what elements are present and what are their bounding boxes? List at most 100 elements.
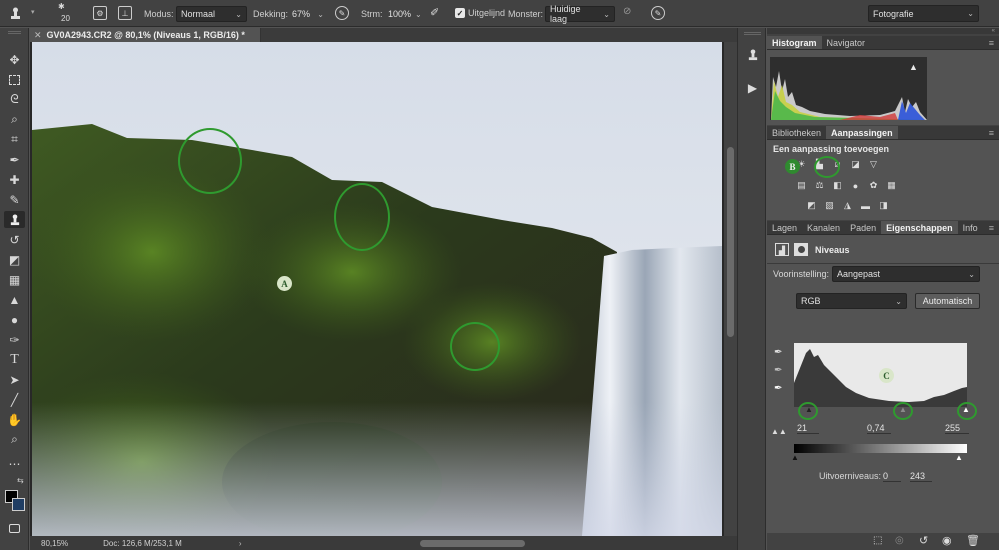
channel-value: RGB (801, 296, 821, 306)
pressure-size-icon[interactable]: ✎ (651, 6, 665, 20)
canvas-area[interactable]: A (30, 42, 737, 536)
ignore-adjustment-layers-icon[interactable]: ⊘ (623, 6, 631, 17)
color-lookup-icon[interactable]: ▦ (885, 180, 898, 191)
photo-filter-icon[interactable]: ● (849, 180, 862, 191)
zoom-tool-icon[interactable]: ⌕ (4, 431, 25, 448)
tab-layers[interactable]: Lagen (767, 221, 802, 234)
reset-icon[interactable]: ↺ (919, 534, 928, 547)
gray-point-eyedropper-icon[interactable]: ✒ (774, 365, 782, 376)
panels-collapse-arrows-icon[interactable]: « (767, 28, 999, 34)
opacity-input[interactable]: 67% ⌄ (288, 6, 328, 22)
white-point-eyedropper-icon[interactable]: ✒ (774, 383, 782, 394)
tool-preset-dropdown-icon[interactable]: ▾ (31, 8, 35, 16)
horizontal-scroll-thumb[interactable] (420, 540, 525, 547)
vertical-scrollbar[interactable] (724, 42, 737, 536)
type-tool-icon[interactable]: T (4, 351, 25, 368)
channel-select[interactable]: RGB ⌄ (796, 293, 907, 309)
document-tab[interactable]: ✕ GV0A2943.CR2 @ 80,1% (Niveaus 1, RGB/1… (30, 28, 261, 42)
tab-channels[interactable]: Kanalen (802, 221, 845, 234)
hue-saturation-icon[interactable]: ▤ (795, 180, 808, 191)
aligned-checkbox[interactable]: ✓ Uitgelijnd (455, 8, 505, 18)
output-white-value[interactable]: 243 (910, 471, 932, 482)
vertical-scroll-thumb[interactable] (727, 147, 734, 337)
warning-icon[interactable]: ▲ (909, 62, 918, 72)
background-color-swatch[interactable] (12, 498, 25, 511)
mode-select[interactable]: Normaal ⌄ (176, 6, 247, 22)
vibrance-icon[interactable]: ▽ (867, 159, 880, 170)
history-brush-tool-icon[interactable]: ↺ (4, 231, 25, 248)
channel-mixer-icon[interactable]: ✿ (867, 180, 880, 191)
close-icon[interactable]: ✕ (34, 30, 42, 41)
gradient-tool-icon[interactable]: ▦ (4, 271, 25, 288)
output-black-slider[interactable]: ▲ (791, 453, 799, 462)
tab-paths[interactable]: Paden (845, 221, 881, 234)
black-point-eyedropper-icon[interactable]: ✒ (774, 347, 782, 358)
brush-preview-icon[interactable]: ✱ (58, 2, 65, 11)
airbrush-icon[interactable]: ✐ (430, 6, 439, 19)
layer-mask-icon[interactable] (794, 243, 808, 256)
selective-color-icon[interactable]: ◨ (877, 200, 890, 211)
spot-healing-tool-icon[interactable]: ✚ (4, 171, 25, 188)
quick-selection-tool-icon[interactable]: ⌕ (4, 111, 25, 128)
dodge-tool-icon[interactable]: ● (4, 311, 25, 328)
marquee-tool-icon[interactable] (4, 71, 25, 88)
eyedropper-tool-icon[interactable]: ✒ (4, 151, 25, 168)
tab-histogram[interactable]: Histogram (767, 36, 822, 49)
more-tools-icon[interactable]: ⋯ (4, 455, 25, 472)
brush-settings-panel-icon[interactable]: ⚙ (93, 6, 107, 20)
invert-icon[interactable]: ◩ (805, 200, 818, 211)
clone-stamp-tool-icon[interactable] (7, 6, 23, 21)
zoom-level[interactable]: 80,15% (41, 539, 68, 548)
delete-trash-icon[interactable]: 🗑 (966, 534, 980, 547)
posterize-icon[interactable]: ▧ (823, 200, 836, 211)
hand-tool-icon[interactable]: ✋ (4, 411, 25, 428)
gradient-map-icon[interactable]: ▬ (859, 200, 872, 211)
status-menu-arrow-icon[interactable]: › (239, 539, 242, 548)
input-black-value[interactable]: 21 (797, 423, 819, 434)
input-white-value[interactable]: 255 (945, 423, 969, 434)
panel-menu-icon[interactable]: ≡ (989, 126, 999, 139)
crop-tool-icon[interactable]: ⌗ (4, 131, 25, 148)
black-white-icon[interactable]: ◧ (831, 180, 844, 191)
pressure-opacity-icon[interactable]: ✎ (335, 6, 349, 20)
panel-menu-icon[interactable]: ≡ (989, 221, 999, 234)
input-gamma-value[interactable]: 0,74 (867, 423, 891, 434)
auto-button[interactable]: Automatisch (915, 293, 980, 309)
path-selection-tool-icon[interactable]: ➤ (4, 371, 25, 388)
tab-properties[interactable]: Eigenschappen (881, 221, 958, 234)
tab-libraries[interactable]: Bibliotheken (767, 126, 826, 139)
exposure-icon[interactable]: ◪ (849, 159, 862, 170)
output-black-value[interactable]: 0 (883, 471, 901, 482)
dock-grip[interactable] (744, 32, 761, 35)
pen-tool-icon[interactable]: ✑ (4, 331, 25, 348)
workspace-select[interactable]: Fotografie ⌄ (868, 5, 979, 22)
tab-info[interactable]: Info (958, 221, 983, 234)
clipping-warning-icon[interactable]: ▲▲ (771, 427, 787, 436)
threshold-icon[interactable]: ◮ (841, 200, 854, 211)
toolbar-grip[interactable] (8, 31, 21, 34)
sample-select[interactable]: Huidige laag ⌄ (545, 4, 615, 24)
clone-source-panel-icon[interactable]: ⊥ (118, 6, 132, 20)
flow-input[interactable]: 100% ⌄ (384, 6, 424, 22)
output-white-slider[interactable]: ▲ (955, 453, 963, 462)
quick-mask-icon[interactable] (4, 520, 25, 537)
blur-tool-icon[interactable]: ▲ (4, 291, 25, 308)
line-tool-icon[interactable]: ╱ (4, 391, 25, 408)
clip-to-layer-icon[interactable]: ⬚ (873, 535, 882, 546)
photo-canvas[interactable]: A (32, 42, 722, 536)
move-tool-icon[interactable]: ✥ (4, 51, 25, 68)
swap-colors-icon[interactable]: ⇆ (17, 476, 24, 485)
lasso-tool-icon[interactable]: ᘓ (4, 91, 25, 108)
eraser-tool-icon[interactable]: ◩ (4, 251, 25, 268)
preset-select[interactable]: Aangepast ⌄ (832, 266, 980, 282)
play-actions-icon[interactable]: ▶ (742, 78, 763, 98)
tab-adjustments[interactable]: Aanpassingen (826, 126, 898, 139)
clone-source-icon[interactable] (742, 45, 763, 65)
clone-stamp-tool-icon[interactable] (4, 211, 25, 228)
visibility-eye-icon[interactable]: ◉ (942, 534, 952, 547)
brush-tool-icon[interactable]: ✎ (4, 191, 25, 208)
panel-menu-icon[interactable]: ≡ (989, 36, 999, 49)
color-balance-icon[interactable]: ⚖ (813, 180, 826, 191)
view-previous-icon[interactable]: ◎ (895, 535, 904, 546)
tab-navigator[interactable]: Navigator (822, 36, 871, 49)
